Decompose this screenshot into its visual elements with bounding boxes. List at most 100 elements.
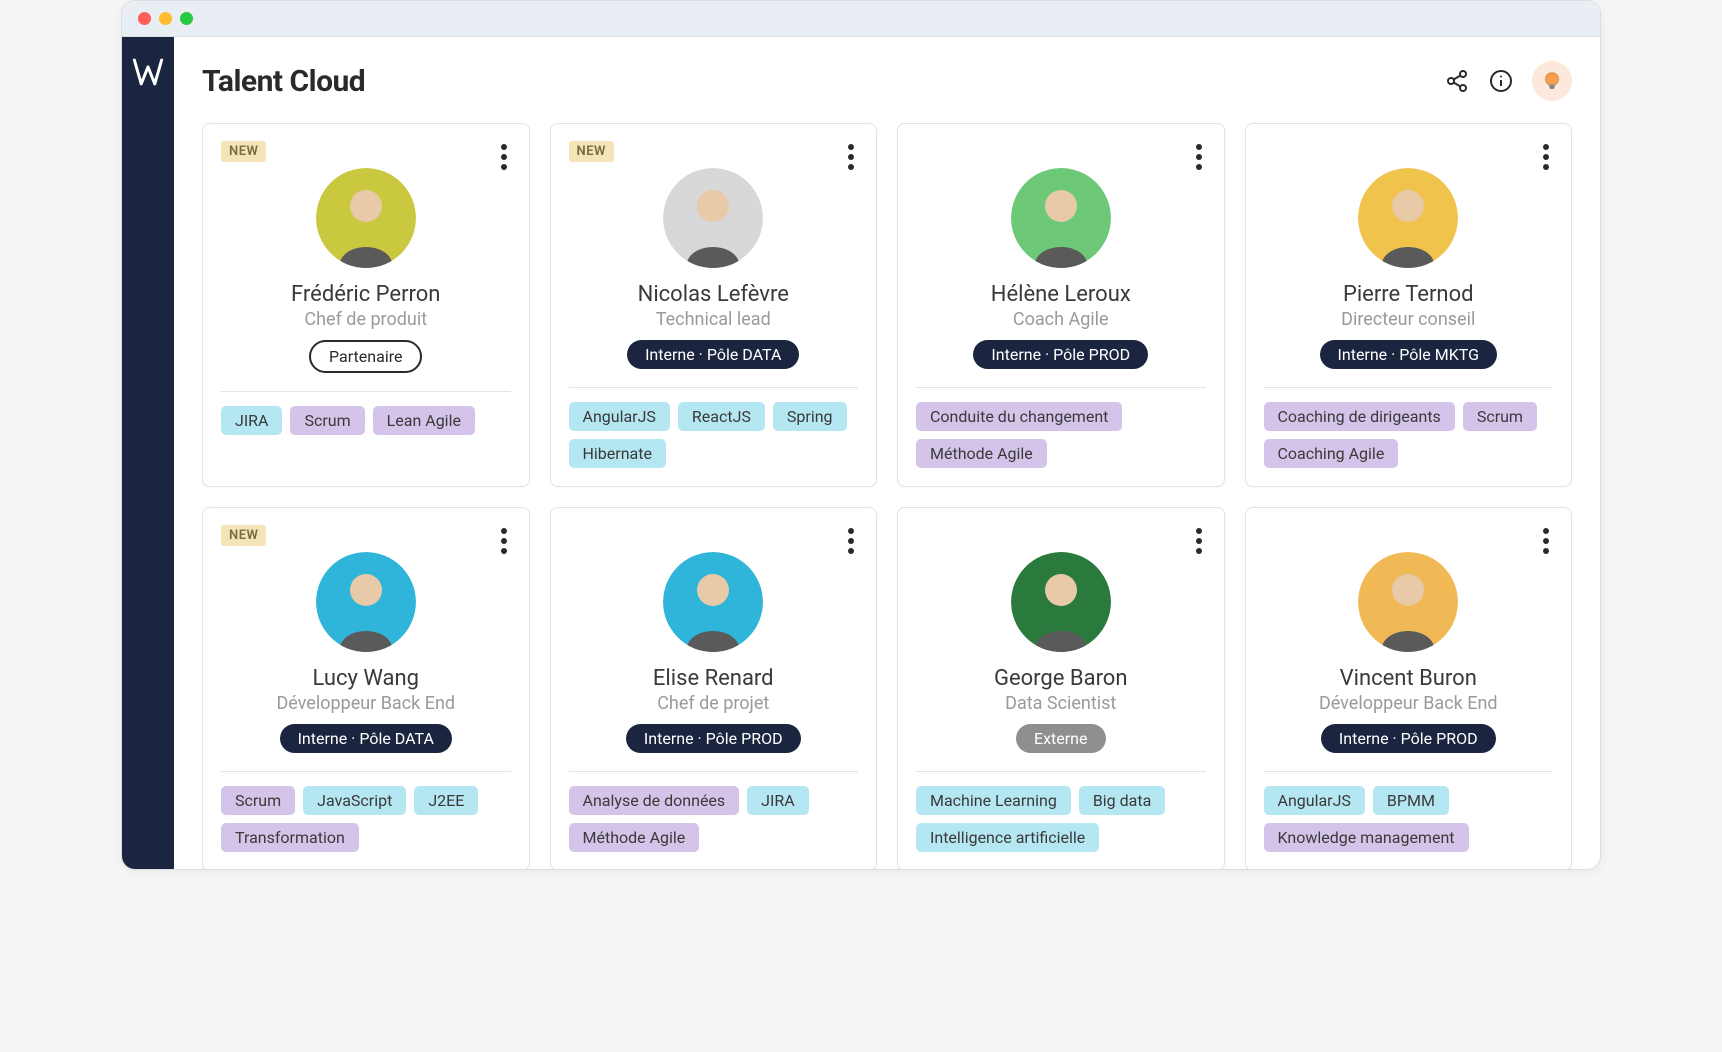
titlebar: [122, 1, 1600, 37]
new-badge: NEW: [221, 141, 266, 162]
idea-button[interactable]: [1532, 61, 1572, 101]
minimize-window-button[interactable]: [159, 12, 172, 25]
maximize-window-button[interactable]: [180, 12, 193, 25]
close-window-button[interactable]: [138, 12, 151, 25]
talent-card[interactable]: Elise RenardChef de projet Interne · Pôle…: [550, 507, 878, 869]
talent-role: Chef de produit: [221, 309, 511, 330]
share-button[interactable]: [1444, 68, 1470, 94]
badge-row: Externe: [916, 724, 1206, 753]
affiliation-badge: Interne · Pôle DATA: [280, 724, 452, 753]
skill-tag[interactable]: Spring: [773, 402, 847, 431]
talent-card[interactable]: NEWFrédéric PerronChef de produitPartena…: [202, 123, 530, 487]
skill-tag[interactable]: JIRA: [221, 406, 282, 435]
talent-role: Directeur conseil: [1264, 309, 1554, 330]
affiliation-badge: Interne · Pôle DATA: [627, 340, 799, 369]
tags: Machine Learning Big data Intelligence art…: [916, 786, 1206, 852]
skill-tag[interactable]: Méthode Agile: [916, 439, 1047, 468]
skill-tag[interactable]: JIRA: [747, 786, 808, 815]
talent-card[interactable]: Vincent BuronDéveloppeur Back EndInterne…: [1245, 507, 1573, 869]
info-button[interactable]: [1488, 68, 1514, 94]
more-options-icon[interactable]: [844, 140, 858, 174]
avatar-wrap: [569, 552, 859, 652]
tags: Coaching de dirigeants Scrum Coaching Agil…: [1264, 402, 1554, 468]
talent-name: Lucy Wang: [221, 666, 511, 691]
skill-tag[interactable]: Analyse de données: [569, 786, 740, 815]
app-logo-icon[interactable]: [131, 55, 165, 97]
new-badge: NEW: [569, 141, 614, 162]
avatar: [663, 168, 763, 268]
more-options-icon[interactable]: [1539, 524, 1553, 558]
skill-tag[interactable]: Méthode Agile: [569, 823, 700, 852]
avatar-wrap: [916, 552, 1206, 652]
talent-card[interactable]: George BaronData Scientist Externe Machine…: [897, 507, 1225, 869]
more-options-icon[interactable]: [497, 140, 511, 174]
talent-name: Nicolas Lefèvre: [569, 282, 859, 307]
talent-role: Data Scientist: [916, 693, 1206, 714]
skill-tag[interactable]: Transformation: [221, 823, 359, 852]
skill-tag[interactable]: Hibernate: [569, 439, 666, 468]
skill-tag[interactable]: Knowledge management: [1264, 823, 1469, 852]
avatar-wrap: [916, 168, 1206, 268]
skill-tag[interactable]: Coaching de dirigeants: [1264, 402, 1455, 431]
talent-role: Développeur Back End: [221, 693, 511, 714]
skill-tag[interactable]: Intelligence artificielle: [916, 823, 1099, 852]
skill-tag[interactable]: Coaching Agile: [1264, 439, 1399, 468]
badge-row: Interne · Pôle DATA: [221, 724, 511, 753]
skill-tag[interactable]: AngularJS: [569, 402, 670, 431]
avatar: [1011, 552, 1111, 652]
talent-name: George Baron: [916, 666, 1206, 691]
badge-row: Partenaire: [221, 340, 511, 373]
divider: [221, 391, 511, 392]
more-options-icon[interactable]: [844, 524, 858, 558]
skill-tag[interactable]: Scrum: [1463, 402, 1537, 431]
app-body: Talent Cloud NEWFrédéric PerronChef de p…: [122, 37, 1600, 869]
skill-tag[interactable]: J2EE: [414, 786, 478, 815]
tags: AngularJS BPMM Knowledge management: [1264, 786, 1554, 852]
talent-name: Elise Renard: [569, 666, 859, 691]
talent-name: Pierre Ternod: [1264, 282, 1554, 307]
avatar-wrap: [221, 168, 511, 268]
talent-card[interactable]: Hélène LerouxCoach AgileInterne · Pôle P…: [897, 123, 1225, 487]
affiliation-badge: Interne · Pôle MKTG: [1320, 340, 1497, 369]
more-options-icon[interactable]: [1539, 140, 1553, 174]
skill-tag[interactable]: Big data: [1079, 786, 1165, 815]
skill-tag[interactable]: Scrum: [290, 406, 364, 435]
badge-row: Interne · Pôle DATA: [569, 340, 859, 369]
divider: [221, 771, 511, 772]
talent-card[interactable]: NEW Lucy WangDéveloppeur Back End Interne …: [202, 507, 530, 869]
tags: Scrum JavaScript J2EE Transformation: [221, 786, 511, 852]
tags: Conduite du changement Méthode Agile: [916, 402, 1206, 468]
more-options-icon[interactable]: [497, 524, 511, 558]
skill-tag[interactable]: Machine Learning: [916, 786, 1071, 815]
avatar: [1358, 168, 1458, 268]
talent-role: Technical lead: [569, 309, 859, 330]
talent-role: Coach Agile: [916, 309, 1206, 330]
skill-tag[interactable]: JavaScript: [303, 786, 406, 815]
main-content: Talent Cloud NEWFrédéric PerronChef de p…: [174, 37, 1600, 869]
page-header: Talent Cloud: [202, 61, 1572, 101]
tags: Analyse de donnéesJIRA Méthode Agile: [569, 786, 859, 852]
talent-role: Chef de projet: [569, 693, 859, 714]
badge-row: Interne · Pôle PROD: [1264, 724, 1554, 753]
skill-tag[interactable]: Lean Agile: [373, 406, 475, 435]
skill-tag[interactable]: AngularJS: [1264, 786, 1365, 815]
affiliation-badge: Interne · Pôle PROD: [1321, 724, 1496, 753]
talent-card[interactable]: Pierre TernodDirecteur conseil Interne · …: [1245, 123, 1573, 487]
badge-row: Interne · Pôle MKTG: [1264, 340, 1554, 369]
avatar-wrap: [1264, 168, 1554, 268]
skill-tag[interactable]: Conduite du changement: [916, 402, 1122, 431]
affiliation-badge: Interne · Pôle PROD: [626, 724, 801, 753]
new-badge: NEW: [221, 525, 266, 546]
skill-tag[interactable]: ReactJS: [678, 402, 765, 431]
tags: AngularJS ReactJS Spring Hibernate: [569, 402, 859, 468]
skill-tag[interactable]: BPMM: [1373, 786, 1449, 815]
avatar: [663, 552, 763, 652]
talent-card[interactable]: NEW Nicolas LefèvreTechnical lead Interne …: [550, 123, 878, 487]
more-options-icon[interactable]: [1192, 524, 1206, 558]
more-options-icon[interactable]: [1192, 140, 1206, 174]
avatar: [316, 168, 416, 268]
avatar: [1358, 552, 1458, 652]
talent-name: Vincent Buron: [1264, 666, 1554, 691]
avatar-wrap: [221, 552, 511, 652]
skill-tag[interactable]: Scrum: [221, 786, 295, 815]
